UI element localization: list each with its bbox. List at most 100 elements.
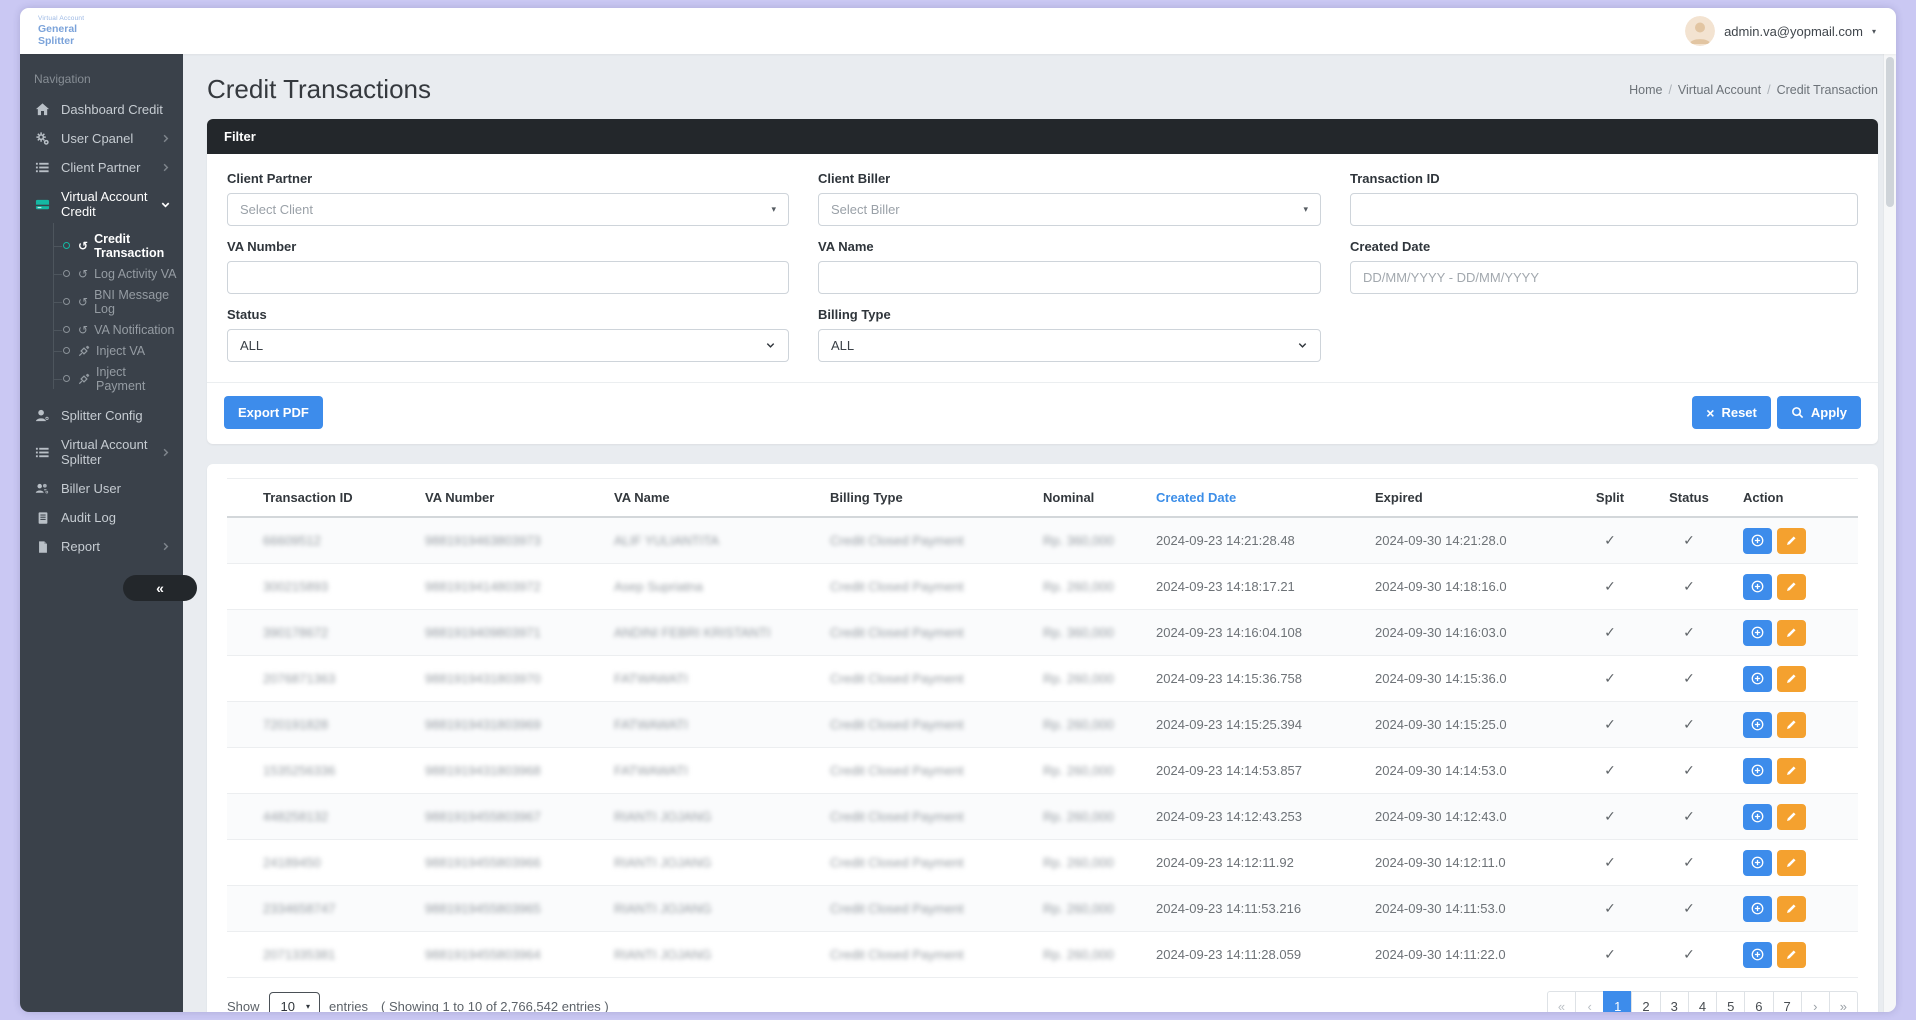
row-detail-button[interactable] [1743, 712, 1772, 738]
sidebar-subitem-bni-message-log[interactable]: ↺ BNI Message Log [20, 284, 183, 319]
row-edit-button[interactable] [1777, 896, 1806, 922]
row-edit-button[interactable] [1777, 528, 1806, 554]
pagination-page-3[interactable]: 3 [1660, 991, 1689, 1012]
row-edit-button[interactable] [1777, 850, 1806, 876]
row-edit-button[interactable] [1777, 712, 1806, 738]
row-detail-button[interactable] [1743, 620, 1772, 646]
sidebar-item-virtual-account-splitter[interactable]: Virtual Account Splitter [20, 430, 183, 474]
sidebar-item-audit-log[interactable]: Audit Log [20, 503, 183, 532]
row-detail-button[interactable] [1743, 942, 1772, 968]
pagination-page-6[interactable]: 6 [1744, 991, 1773, 1012]
sidebar-subitem-inject-va[interactable]: Inject VA [20, 340, 183, 361]
col-status[interactable]: Status [1643, 479, 1735, 518]
row-edit-button[interactable] [1777, 620, 1806, 646]
row-edit-button[interactable] [1777, 666, 1806, 692]
pagination-page-7[interactable]: 7 [1773, 991, 1802, 1012]
user-email: admin.va@yopmail.com [1724, 24, 1863, 39]
audit-file-icon [34, 511, 51, 525]
sidebar-item-client-partner[interactable]: Client Partner [20, 153, 183, 182]
sidebar-item-virtual-account-credit[interactable]: Virtual Account Credit [20, 182, 183, 226]
sidebar-item-report[interactable]: Report [20, 532, 183, 561]
bullet-icon [63, 242, 70, 249]
client-partner-label: Client Partner [227, 171, 789, 186]
created-date-input[interactable] [1350, 261, 1858, 294]
user-menu[interactable]: admin.va@yopmail.com ▾ [1685, 16, 1876, 46]
col-expired[interactable]: Expired [1367, 479, 1577, 518]
sidebar-subitem-inject-payment[interactable]: Inject Payment [20, 361, 183, 396]
billing-type-select[interactable]: ALL [818, 329, 1321, 362]
sidebar-subitem-credit-transaction[interactable]: ↺ Credit Transaction [20, 228, 183, 263]
table-row: 66609512 9881919463803973 ALIF YULIANTIT… [227, 517, 1858, 564]
chevron-right-icon [160, 133, 171, 144]
sidebar-subitem-va-notification[interactable]: ↺ VA Notification [20, 319, 183, 340]
sidebar-item-biller-user[interactable]: Biller User [20, 474, 183, 503]
bullet-icon [63, 326, 70, 333]
pagination-page-1[interactable]: 1 [1603, 991, 1632, 1012]
sidebar-item-user-cpanel[interactable]: User Cpanel [20, 124, 183, 153]
client-biller-select[interactable]: Select Biller ▾ [818, 193, 1321, 226]
breadcrumb-virtual-account[interactable]: Virtual Account [1678, 83, 1761, 97]
pagination-first[interactable]: « [1547, 991, 1576, 1012]
row-detail-button[interactable] [1743, 666, 1772, 692]
reset-button[interactable]: × Reset [1692, 396, 1771, 429]
bullet-icon [63, 347, 70, 354]
history-icon: ↺ [78, 268, 88, 280]
caret-down-icon: ▾ [771, 204, 776, 215]
row-detail-button[interactable] [1743, 896, 1772, 922]
row-edit-button[interactable] [1777, 942, 1806, 968]
export-pdf-button[interactable]: Export PDF [224, 396, 323, 429]
breadcrumb-credit-transaction: Credit Transaction [1777, 83, 1878, 97]
syringe-icon [78, 345, 90, 357]
collapse-icon: « [156, 580, 164, 596]
table-row: 720191828 9881919431803969 FATWAWATI Cre… [227, 702, 1858, 748]
col-transaction-id[interactable]: Transaction ID [227, 479, 417, 518]
sidebar-collapse-button[interactable]: « [123, 575, 197, 601]
status-check-icon: ✓ [1683, 670, 1695, 686]
row-detail-button[interactable] [1743, 758, 1772, 784]
transaction-id-label: Transaction ID [1350, 171, 1858, 186]
breadcrumb-home[interactable]: Home [1629, 83, 1662, 97]
row-edit-button[interactable] [1777, 574, 1806, 600]
row-edit-button[interactable] [1777, 758, 1806, 784]
sidebar-subitem-log-activity-va[interactable]: ↺ Log Activity VA [20, 263, 183, 284]
logo-line-small: Virtual Account [38, 15, 84, 22]
row-edit-button[interactable] [1777, 804, 1806, 830]
sidebar-item-dashboard-credit[interactable]: Dashboard Credit [20, 95, 183, 124]
col-billing-type[interactable]: Billing Type [822, 479, 1035, 518]
scrollbar-thumb[interactable] [1886, 57, 1894, 207]
col-va-number[interactable]: VA Number [417, 479, 606, 518]
row-detail-button[interactable] [1743, 850, 1772, 876]
client-partner-select[interactable]: Select Client ▾ [227, 193, 789, 226]
split-check-icon: ✓ [1604, 762, 1616, 778]
table-row: 2334658747 9881919455803965 RIANTI JOJAN… [227, 886, 1858, 932]
bullet-icon [63, 298, 70, 305]
page-title: Credit Transactions [207, 74, 431, 105]
status-select[interactable]: ALL [227, 329, 789, 362]
sidebar-item-splitter-config[interactable]: Splitter Config [20, 401, 183, 430]
row-detail-button[interactable] [1743, 574, 1772, 600]
transaction-id-input[interactable] [1350, 193, 1858, 226]
split-check-icon: ✓ [1604, 578, 1616, 594]
page-size-select[interactable]: 10 ▾ [269, 992, 320, 1013]
pagination-page-2[interactable]: 2 [1631, 991, 1660, 1012]
scrollbar[interactable] [1883, 54, 1896, 1012]
pagination-page-5[interactable]: 5 [1716, 991, 1745, 1012]
row-detail-button[interactable] [1743, 528, 1772, 554]
transactions-table: Transaction ID VA Number VA Name Billing… [227, 478, 1858, 978]
row-detail-button[interactable] [1743, 804, 1772, 830]
pagination-prev[interactable]: ‹ [1575, 991, 1604, 1012]
col-created-date[interactable]: Created Date [1148, 479, 1367, 518]
pagination-last[interactable]: » [1829, 991, 1858, 1012]
apply-button[interactable]: Apply [1777, 396, 1861, 429]
pagination-next[interactable]: › [1801, 991, 1830, 1012]
app-logo[interactable]: Virtual Account General Splitter [32, 15, 84, 47]
col-va-name[interactable]: VA Name [606, 479, 822, 518]
col-nominal[interactable]: Nominal [1035, 479, 1148, 518]
status-label: Status [227, 307, 789, 322]
logo-line-general: General [38, 23, 84, 35]
col-split[interactable]: Split [1577, 479, 1643, 518]
pagination-page-4[interactable]: 4 [1688, 991, 1717, 1012]
split-check-icon: ✓ [1604, 900, 1616, 916]
va-number-input[interactable] [227, 261, 789, 294]
va-name-input[interactable] [818, 261, 1321, 294]
